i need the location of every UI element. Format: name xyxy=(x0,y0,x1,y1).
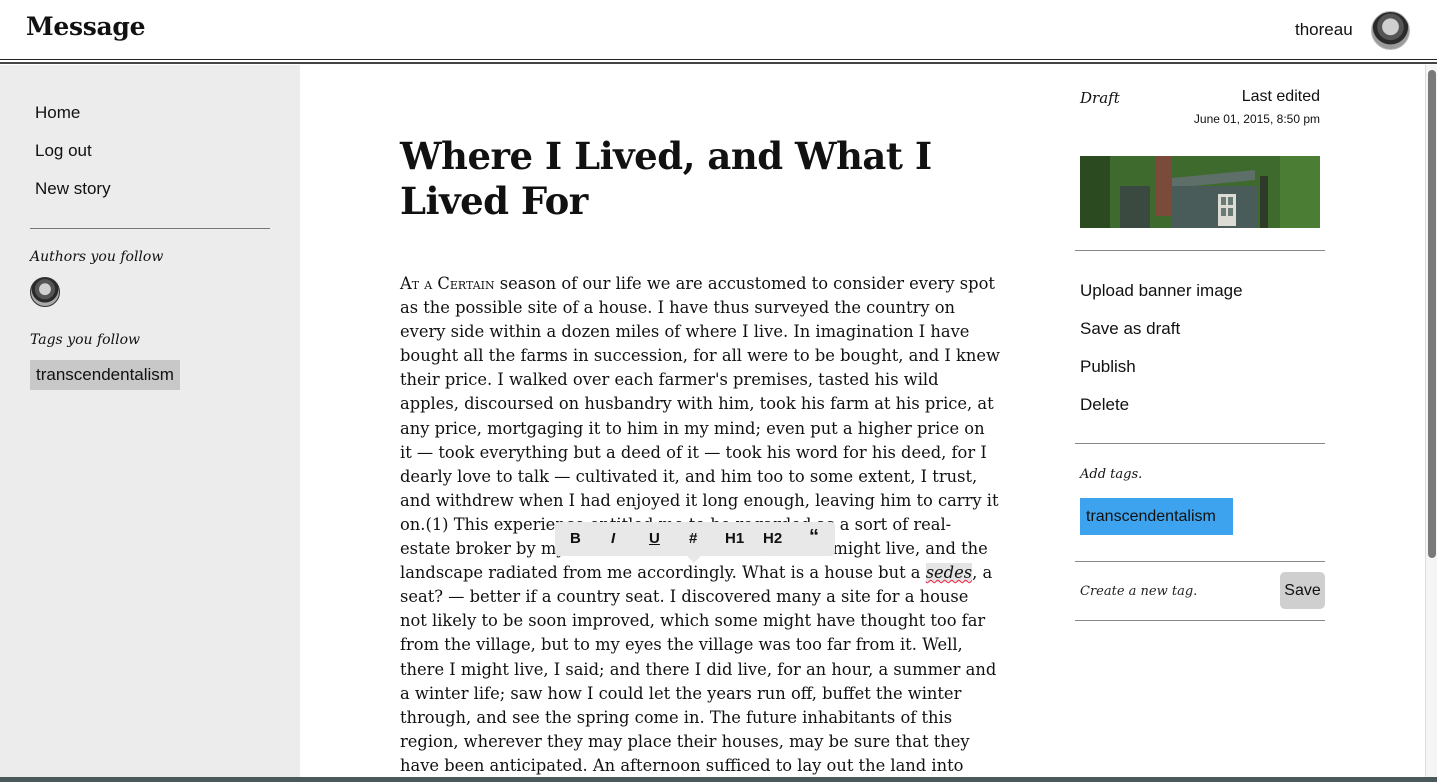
tags-heading: Tags you follow xyxy=(30,332,140,348)
upload-banner-button[interactable]: Upload banner image xyxy=(1080,281,1243,301)
sidebar: Home Log out New story Authors you follo… xyxy=(0,65,300,782)
selected-word: sedes xyxy=(925,563,973,583)
sidebar-item-log-out[interactable]: Log out xyxy=(35,141,92,161)
hash-button[interactable]: # xyxy=(689,530,697,547)
cabin-in-woods-image xyxy=(1080,156,1320,228)
panel-divider xyxy=(1075,443,1325,444)
brand-logo[interactable]: Message xyxy=(26,12,146,41)
bottom-edge xyxy=(0,777,1437,782)
last-edited-date: June 01, 2015, 8:50 pm xyxy=(1193,112,1320,126)
italic-button[interactable]: I xyxy=(611,530,615,547)
panel-divider xyxy=(1075,561,1325,562)
add-tags-label: Add tags. xyxy=(1080,467,1143,482)
bold-button[interactable]: B xyxy=(570,530,581,547)
sidebar-item-new-story[interactable]: New story xyxy=(35,179,111,199)
banner-image xyxy=(1080,156,1320,228)
delete-button[interactable]: Delete xyxy=(1080,395,1129,415)
h2-button[interactable]: H2 xyxy=(763,530,782,547)
underline-button[interactable]: U xyxy=(649,530,660,547)
authors-heading: Authors you follow xyxy=(30,249,164,265)
body-part-2: , a seat? — better if a country seat. I … xyxy=(400,563,997,782)
username[interactable]: thoreau xyxy=(1295,20,1353,40)
selected-tag[interactable]: transcendentalism xyxy=(1080,498,1233,535)
save-draft-button[interactable]: Save as draft xyxy=(1080,319,1180,339)
panel-divider xyxy=(1075,620,1325,621)
followed-author-avatar[interactable] xyxy=(30,277,60,307)
sidebar-item-home[interactable]: Home xyxy=(35,103,80,123)
publish-button[interactable]: Publish xyxy=(1080,357,1136,377)
top-header: Message thoreau xyxy=(0,0,1437,64)
format-toolbar: B I U # H1 H2 “ xyxy=(555,522,835,563)
user-avatar[interactable] xyxy=(1371,11,1410,50)
scrollbar-thumb[interactable] xyxy=(1428,70,1436,558)
article-title[interactable]: Where I Lived, and What I Lived For xyxy=(400,134,1010,224)
new-tag-input[interactable] xyxy=(1080,575,1270,607)
panel-divider xyxy=(1075,250,1325,251)
status-label: Draft xyxy=(1080,89,1120,107)
h1-button[interactable]: H1 xyxy=(725,530,744,547)
body-lead: At a Certain xyxy=(400,274,495,293)
quote-button[interactable]: “ xyxy=(809,526,819,549)
sidebar-divider xyxy=(30,228,270,229)
followed-tag[interactable]: transcendentalism xyxy=(30,360,180,390)
last-edited-label: Last edited xyxy=(1241,88,1320,105)
save-tag-button[interactable]: Save xyxy=(1280,572,1325,609)
